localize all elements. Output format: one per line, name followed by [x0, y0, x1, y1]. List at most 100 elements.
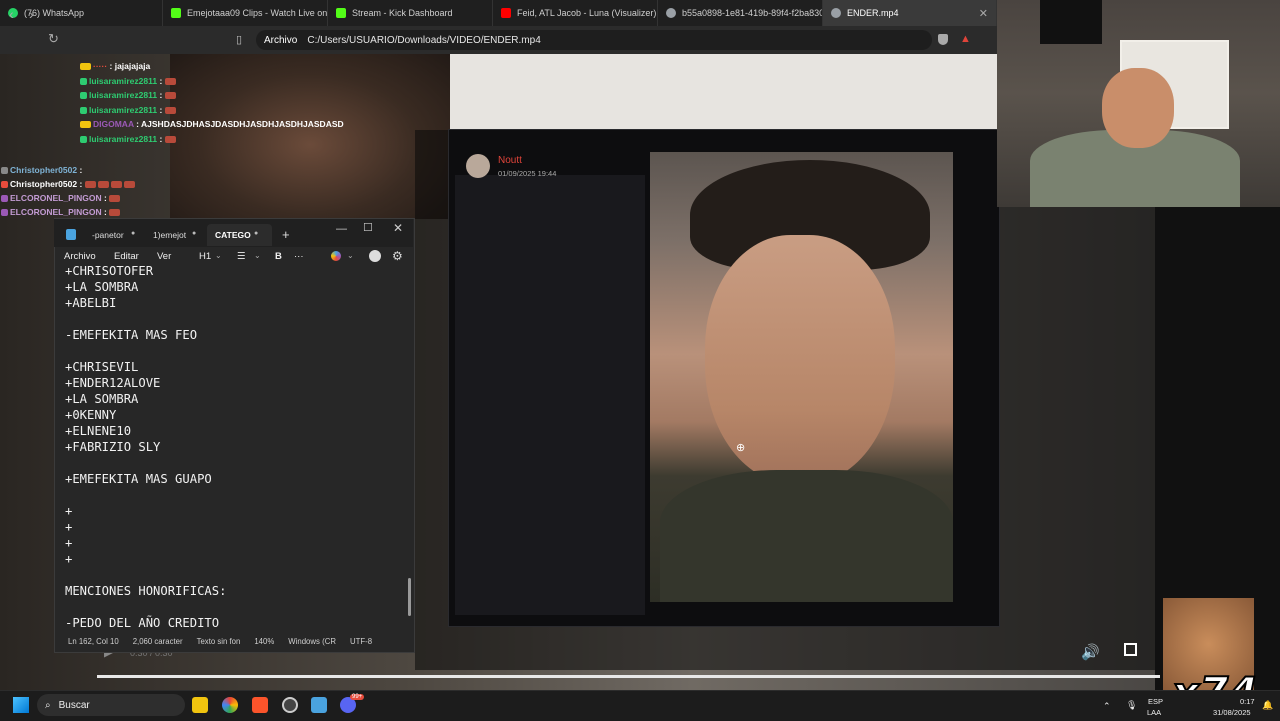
youtube-icon: [501, 8, 511, 18]
chat-line: Christopher0502 :: [1, 165, 82, 175]
notification-bell-icon[interactable]: 🔔: [1262, 700, 1273, 711]
notepad-app-icon: [66, 229, 76, 240]
webcam-streamer-head: [1102, 68, 1174, 148]
unsaved-dot-icon: ●: [254, 230, 259, 237]
chat-line: luisaramirez2811 :: [80, 76, 178, 86]
fullscreen-icon[interactable]: [1124, 643, 1137, 656]
badge-icon: [1, 181, 8, 189]
brave-shield-icon[interactable]: [938, 34, 948, 45]
status-format: Texto sin fon: [196, 636, 241, 646]
clock-date[interactable]: 31/08/2025: [1213, 708, 1251, 717]
badge-icon: [80, 63, 91, 71]
photo-face: [705, 235, 895, 485]
gear-icon[interactable]: ⚙: [392, 249, 403, 263]
back-icon[interactable]: ‹: [9, 6, 14, 22]
globe-icon: [831, 8, 841, 18]
list-icon[interactable]: ☰: [237, 251, 246, 262]
close-tab-icon[interactable]: ✕: [969, 7, 988, 20]
tab-kick-clips[interactable]: Emejotaaa09 Clips - Watch Live on K: [163, 0, 328, 26]
account-icon[interactable]: [369, 250, 381, 262]
brave-icon[interactable]: [252, 697, 268, 713]
tab-youtube[interactable]: Feid, ATL Jacob - Luna (Visualizer) - Y: [493, 0, 658, 26]
status-zoom[interactable]: 140%: [240, 637, 274, 646]
copilot-icon[interactable]: [331, 251, 341, 261]
tab-kick-dashboard[interactable]: Stream - Kick Dashboard: [328, 0, 493, 26]
notepad-icon[interactable]: [311, 697, 327, 713]
more-button[interactable]: ···: [294, 251, 304, 262]
unsaved-dot-icon: ●: [131, 230, 136, 237]
globe-icon: [666, 8, 676, 18]
language-bottom[interactable]: LAA: [1147, 708, 1161, 717]
address-input[interactable]: Archivo C:/Users/USUARIO/Downloads/VIDEO…: [256, 30, 932, 50]
bold-button[interactable]: B: [275, 251, 282, 262]
kick-icon: [171, 8, 181, 18]
status-position: Ln 162, Col 10: [68, 636, 119, 646]
maximize-icon[interactable]: ☐: [363, 221, 373, 234]
webcam-tv: [1040, 0, 1102, 44]
brave-rewards-icon[interactable]: ▲: [960, 33, 971, 45]
obs-icon[interactable]: [282, 697, 298, 713]
scrollbar[interactable]: [408, 578, 411, 616]
search-icon: ⌕: [45, 699, 51, 711]
plus-badge-icon: [80, 78, 87, 86]
discord-author: Noutt: [498, 155, 522, 166]
chat-line: ELCORONEL_PINGON :: [1, 207, 122, 217]
emote-icon: [97, 181, 109, 189]
tab-whatsapp[interactable]: (76) WhatsApp: [0, 0, 163, 26]
chat-line: luisaramirez2811 :: [80, 134, 178, 144]
status-encoding[interactable]: UTF-8: [336, 637, 372, 646]
badge-icon: [1, 195, 8, 203]
chevron-down-icon: ⌄: [215, 251, 222, 260]
file-explorer-icon[interactable]: [192, 697, 208, 713]
emote-icon: [123, 181, 135, 189]
notepad-text-area[interactable]: +CHRISOTOFER +LA SOMBRA +ABELBI -EMEFEKI…: [65, 263, 385, 631]
progress-bar[interactable]: [97, 675, 1160, 678]
microphone-icon[interactable]: 🎙: [1126, 700, 1137, 711]
heading-dropdown[interactable]: H1: [199, 251, 211, 262]
discord-timestamp: 01/09/2025 19:44: [498, 169, 557, 178]
notepad-tab[interactable]: 1)emejot: [153, 230, 186, 240]
status-eol[interactable]: Windows (CR: [274, 637, 336, 646]
emote-icon: [164, 78, 176, 86]
url-text: C:/Users/USUARIO/Downloads/VIDEO/ENDER.m…: [307, 34, 541, 46]
chevron-down-icon: ⌄: [254, 251, 261, 260]
tab-ender-mp4[interactable]: ENDER.mp4 ✕: [823, 0, 997, 26]
chrome-icon[interactable]: [222, 697, 238, 713]
tab-label: ENDER.mp4: [847, 8, 899, 18]
bookmark-icon[interactable]: ▯: [236, 33, 242, 46]
notepad-status-bar: Ln 162, Col 10 2,060 caracter Texto sin …: [54, 632, 413, 650]
notepad-tab[interactable]: -panetor: [92, 230, 124, 240]
emote-icon: [164, 107, 176, 115]
tab-label: Feid, ATL Jacob - Luna (Visualizer) - Y: [517, 8, 658, 18]
menu-editar[interactable]: Editar: [114, 251, 139, 262]
discord-blurred-sidebar: [455, 175, 645, 615]
browser-tab-bar: (76) WhatsApp Emejotaaa09 Clips - Watch …: [0, 0, 997, 26]
tab-label: Emejotaaa09 Clips - Watch Live on K: [187, 8, 328, 18]
tab-blob[interactable]: b55a0898-1e81-419b-89f4-f2ba830c: [658, 0, 823, 26]
chat-line: DIGOMAA : AJSHDASJDHASJDASDHJASDHJASDHJA…: [80, 119, 344, 129]
new-tab-icon[interactable]: +: [282, 227, 290, 242]
status-chars: 2,060 caracter: [132, 636, 183, 646]
minimize-icon[interactable]: —: [336, 223, 347, 235]
menu-archivo[interactable]: Archivo: [64, 251, 96, 262]
taskbar-search[interactable]: ⌕ Buscar: [37, 694, 185, 716]
close-icon[interactable]: ✕: [393, 221, 403, 235]
volume-icon[interactable]: 🔊: [1081, 643, 1100, 661]
emote-icon: [110, 181, 122, 189]
chat-line: Christopher0502 :: [1, 179, 137, 189]
clock-time[interactable]: 0:17: [1240, 697, 1255, 706]
plus-badge-icon: [80, 92, 87, 100]
chat-line: luisaramirez2811 :: [80, 90, 178, 100]
forward-icon[interactable]: ›: [29, 6, 34, 22]
badge-icon: [80, 121, 91, 129]
notepad-tab[interactable]: CATEGO: [215, 230, 251, 240]
start-icon[interactable]: [13, 697, 29, 713]
unsaved-dot-icon: ●: [192, 230, 197, 237]
emote-icon: [109, 195, 121, 203]
language-top[interactable]: ESP: [1148, 697, 1163, 706]
menu-ver[interactable]: Ver: [157, 251, 171, 262]
plus-badge-icon: [80, 136, 87, 144]
reload-icon[interactable]: ↻: [48, 31, 59, 47]
chevron-up-icon[interactable]: ⌃: [1103, 701, 1111, 712]
video-person: [170, 54, 450, 219]
